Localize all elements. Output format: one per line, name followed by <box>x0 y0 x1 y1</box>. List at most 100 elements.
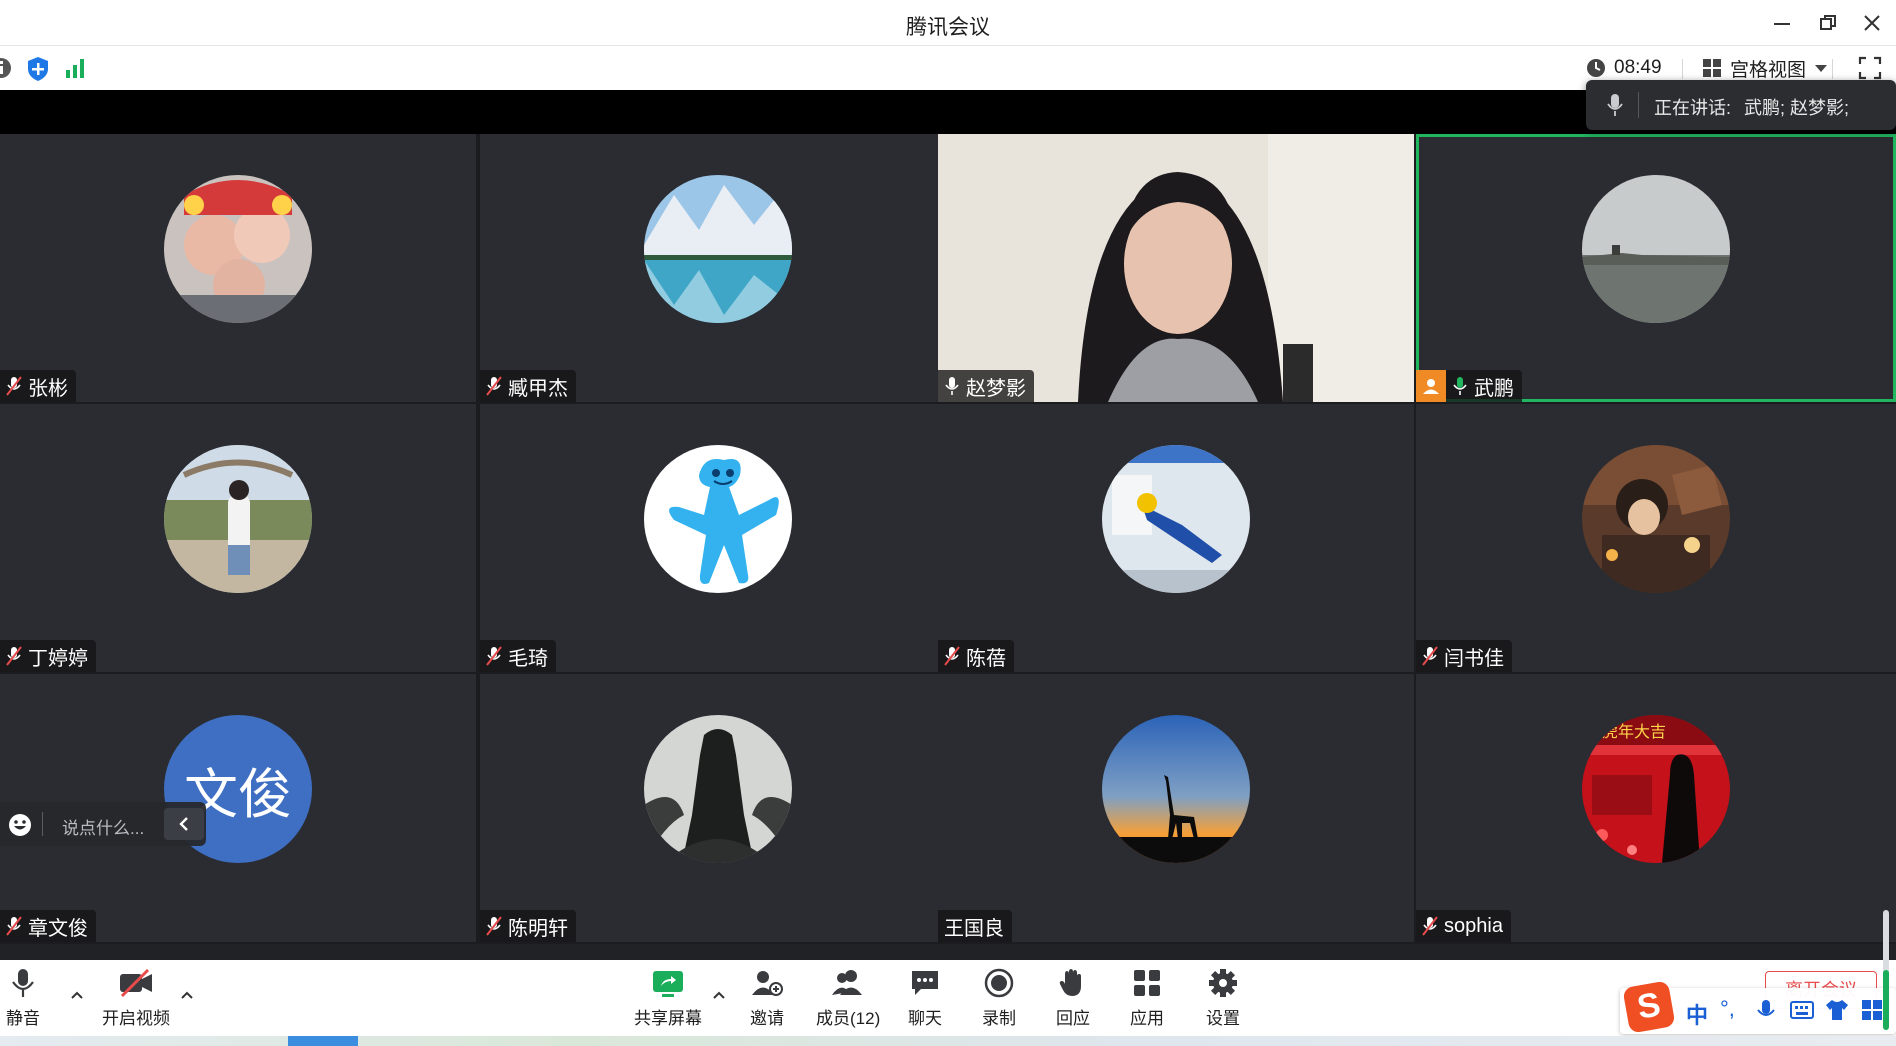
caret-down-icon <box>1815 65 1828 72</box>
mic-muted-icon <box>486 915 502 937</box>
ime-mode[interactable]: 中 <box>1686 998 1708 1030</box>
window-title: 腾讯会议 <box>906 16 990 39</box>
participant-tile[interactable]: 王国良 <box>938 674 1414 942</box>
fullscreen-icon[interactable] <box>1858 56 1882 80</box>
divider <box>42 812 43 836</box>
host-badge-icon <box>1416 370 1446 402</box>
participant-tile[interactable]: 毛琦 <box>480 404 956 672</box>
audio-level-scrollbar[interactable] <box>1880 910 1892 1030</box>
participant-tile[interactable]: 丁婷婷 <box>0 404 476 672</box>
collapse-chat-button[interactable] <box>164 808 204 840</box>
signal-strength-icon[interactable] <box>64 56 86 80</box>
taskbar-active-item[interactable] <box>288 1036 358 1046</box>
camera-video <box>938 134 1414 402</box>
invite-label: 邀请 <box>750 1009 784 1028</box>
participant-tile[interactable]: 陈明轩 <box>480 674 956 942</box>
skin-shirt-icon[interactable] <box>1824 998 1850 1022</box>
keyboard-icon[interactable] <box>1790 1000 1814 1020</box>
mic-speaking-icon <box>1452 375 1468 397</box>
participant-tile[interactable]: 虎年大吉 sophia <box>1416 674 1896 942</box>
title-bar: 腾讯会议 <box>0 0 1896 46</box>
participant-tile[interactable]: 张彬 <box>0 134 476 402</box>
timer-text: 08:49 <box>1614 57 1662 78</box>
name-tag: 陈蓓 <box>938 640 1014 672</box>
microphone-icon <box>12 969 34 997</box>
voice-input-icon[interactable] <box>1756 998 1776 1024</box>
participant-tile[interactable]: 臧甲杰 <box>480 134 956 402</box>
security-shield-icon[interactable] <box>26 56 50 82</box>
participant-tile[interactable]: 陈蓓 <box>938 404 1414 672</box>
chevron-up-icon[interactable] <box>70 990 84 1000</box>
avatar <box>1582 175 1730 323</box>
record-label: 录制 <box>982 1009 1016 1028</box>
react-label: 回应 <box>1056 1009 1090 1028</box>
participant-name: 王国良 <box>944 917 1004 940</box>
ime-punctuation[interactable]: °, <box>1720 996 1735 1022</box>
avatar <box>644 445 792 593</box>
chat-icon <box>912 971 938 995</box>
chat-button[interactable]: 聊天 <box>908 968 942 1029</box>
emoji-icon[interactable] <box>8 813 32 837</box>
view-mode-label: 宫格视图 <box>1730 59 1807 81</box>
divider <box>1638 92 1639 118</box>
name-tag: 丁婷婷 <box>0 640 96 672</box>
chat-input-placeholder[interactable]: 说点什么... <box>62 814 144 839</box>
invite-user-icon <box>752 971 783 996</box>
members-label: 成员(12) <box>816 1009 881 1028</box>
participant-tile[interactable]: 闫书佳 <box>1416 404 1896 672</box>
share-screen-icon <box>653 971 683 997</box>
minimize-button[interactable] <box>1762 8 1802 38</box>
mic-on-icon <box>944 375 960 397</box>
react-button[interactable]: 回应 <box>1056 968 1090 1029</box>
participant-name: 闫书佳 <box>1444 647 1504 670</box>
restore-button[interactable] <box>1808 8 1848 38</box>
view-mode-selector[interactable]: 宫格视图 <box>1702 56 1828 81</box>
participant-name: 臧甲杰 <box>508 377 568 400</box>
name-tag: 王国良 <box>938 910 1012 942</box>
mic-muted-icon <box>6 645 22 667</box>
members-button[interactable]: 成员(12) <box>816 968 880 1029</box>
share-label: 共享屏幕 <box>634 1009 702 1028</box>
close-button[interactable] <box>1852 8 1892 38</box>
chevron-up-icon[interactable] <box>712 990 726 1000</box>
avatar <box>644 175 792 323</box>
name-tag: 张彬 <box>0 370 76 402</box>
participant-tile-active-speaker[interactable]: 武鹏 <box>1416 134 1896 402</box>
apps-button[interactable]: 应用 <box>1130 968 1164 1029</box>
ime-toolbar[interactable]: S 中 °, <box>1620 980 1896 1034</box>
name-tag: 臧甲杰 <box>480 370 576 402</box>
participant-name: 张彬 <box>28 377 68 400</box>
name-tag: 闫书佳 <box>1416 640 1512 672</box>
mic-muted-icon <box>1422 645 1438 667</box>
participant-name: 陈明轩 <box>508 917 568 940</box>
settings-label: 设置 <box>1206 1009 1240 1028</box>
share-screen-button[interactable]: 共享屏幕 <box>634 968 702 1029</box>
info-icon[interactable] <box>0 56 12 80</box>
chevron-up-icon[interactable] <box>180 990 194 1000</box>
meeting-window: 腾讯会议 08:49 宫格视图 张彬 臧甲杰 赵梦影 武鹏 丁婷婷 毛琦 陈蓓 … <box>0 0 1896 1046</box>
settings-button[interactable]: 设置 <box>1206 968 1240 1029</box>
avatar <box>1582 445 1730 593</box>
quick-chat-bar[interactable]: 说点什么... <box>0 802 206 846</box>
gear-icon <box>1209 969 1237 997</box>
speaking-label: 正在讲话: <box>1654 98 1732 118</box>
participant-name: 陈蓓 <box>966 647 1006 670</box>
members-icon <box>832 970 863 995</box>
participant-tile-video[interactable]: 赵梦影 <box>938 134 1414 402</box>
svg-text:虎年大吉: 虎年大吉 <box>1602 722 1666 741</box>
participant-name: 武鹏 <box>1474 377 1514 400</box>
sogou-logo-icon: S <box>1622 980 1676 1034</box>
avatar <box>1102 715 1250 863</box>
divider <box>1682 59 1683 79</box>
name-tag: 章文俊 <box>0 910 96 942</box>
clock-icon <box>1587 59 1605 77</box>
avatar <box>644 715 792 863</box>
divider <box>1832 59 1833 79</box>
chevron-left-icon <box>179 817 188 831</box>
invite-button[interactable]: 邀请 <box>750 968 784 1029</box>
start-video-button[interactable]: 开启视频 <box>102 968 170 1029</box>
name-tag: 陈明轩 <box>480 910 576 942</box>
mute-button[interactable]: 静音 <box>6 968 40 1029</box>
record-button[interactable]: 录制 <box>982 968 1016 1029</box>
mic-muted-icon <box>6 915 22 937</box>
